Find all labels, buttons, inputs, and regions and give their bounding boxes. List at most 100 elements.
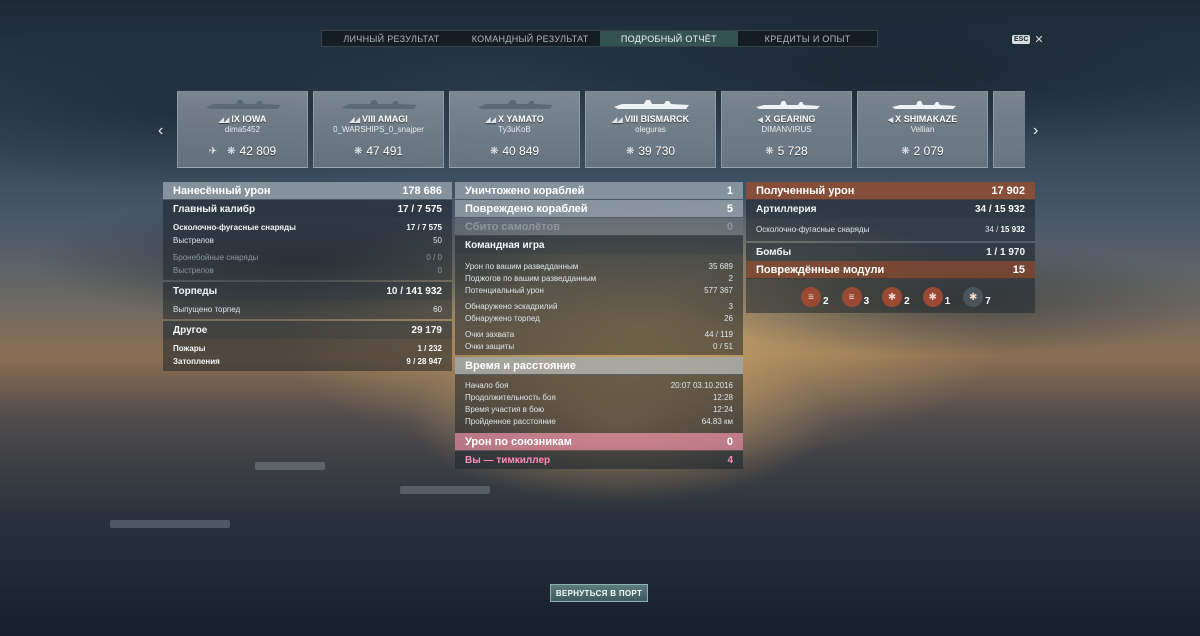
player-name: DIMANVIRUS xyxy=(761,125,812,134)
module-item: ≡ 3 xyxy=(841,287,869,307)
damaged-modules-value: 15 xyxy=(1012,263,1025,276)
ship-card[interactable]: ◢◢ VIII BISMARCK oleguras ❋ 39 730 xyxy=(585,91,716,168)
received-damage-header: Полученный урон 17 902 xyxy=(746,182,1035,200)
ship-class-icon: ◢◢ xyxy=(485,117,497,124)
turret-icon: ≡ xyxy=(801,287,821,307)
ship-tier: VIII xyxy=(624,114,639,124)
floods-value: 9 / 28 947 xyxy=(406,357,442,366)
he-shots-value: 50 xyxy=(433,236,442,245)
bombs-value: 1 / 1 970 xyxy=(986,246,1025,258)
ship-cards: ◢◢ IX IOWA dima5452 ✈ ❋ 42 809 ◢◢ VIII AMA… xyxy=(177,91,1025,168)
capture-points-row: Очки захвата 44 / 119 xyxy=(455,328,743,340)
ship-damage: ❋ 2 079 xyxy=(858,144,987,158)
torpedoes-fired-row: Выпущено торпед 60 xyxy=(163,303,452,316)
player-name: dima5452 xyxy=(224,125,261,134)
close-button[interactable]: ESC ✕ xyxy=(1012,33,1044,46)
ap-shells-value: 0 / 0 xyxy=(426,253,442,262)
ship-card[interactable]: ◀ X GEARING DIMANVIRUS ❋ 5 728 xyxy=(721,91,852,168)
planes-shot-value: 0 xyxy=(726,220,733,233)
ship-silhouette-icon xyxy=(478,100,553,109)
ship-silhouette-icon xyxy=(892,101,956,109)
prev-arrow-button[interactable]: ‹ xyxy=(158,122,163,140)
ship-name-label: YAMATO xyxy=(506,114,544,124)
ap-shots-label: Выстрелов xyxy=(173,266,214,275)
floods-label: Затопления xyxy=(173,357,220,366)
dealt-damage-label: Нанесённый урон xyxy=(173,184,271,197)
dealt-damage-value: 178 686 xyxy=(402,184,442,197)
ship-damage: ❋ 40 849 xyxy=(450,144,579,158)
spotting-fires-value: 2 xyxy=(728,273,733,283)
destroyed-value: 1 xyxy=(726,184,733,197)
torpedoes-spotted-value: 26 xyxy=(724,313,733,323)
tab-detailed-report[interactable]: ПОДРОБНЫЙ ОТЧЁТ xyxy=(599,31,739,46)
chevron-left-icon: ‹ xyxy=(158,122,164,139)
ship-class-icon: ◢◢ xyxy=(218,117,230,124)
destroyed-row: Уничтожено кораблей 1 xyxy=(455,182,743,200)
ship-card[interactable]: ◢◢ X YAMATO Ty3uKoB ❋ 40 849 xyxy=(449,91,580,168)
ship-damage: ✈ ❋ 42 809 xyxy=(178,144,307,158)
damaged-modules-list: ≡ 2 ≡ 3 ✱ 2 ✱ 1 ✱ 7 xyxy=(746,279,1035,313)
ship-silhouette-icon xyxy=(756,101,820,109)
ship-card[interactable]: ◢◢ VIII AMAGI 0_WARSHIPS_0_snajper ❋ 47 4… xyxy=(313,91,444,168)
he-shells-row: Осколочно-фугасные снаряды 17 / 7 575 xyxy=(163,221,452,234)
tab-team-result[interactable]: КОМАНДНЫЙ РЕЗУЛЬТАТ xyxy=(461,31,600,46)
bombs-row: Бомбы 1 / 1 970 xyxy=(746,243,1035,261)
module-item: ✱ 7 xyxy=(963,287,991,307)
ap-shells-label: Бронебойные снаряды xyxy=(173,253,259,262)
planes-shot-row: Сбито самолётов 0 xyxy=(455,218,743,236)
return-to-port-button[interactable]: ВЕРНУТЬСЯ В ПОРТ xyxy=(550,584,648,602)
ship-tier: VIII xyxy=(362,114,376,124)
other-label: Другое xyxy=(173,324,208,336)
battle-duration-row: Продолжительность боя 12:28 xyxy=(455,391,743,403)
esc-key-badge: ESC xyxy=(1012,35,1031,44)
ship-silhouette-icon xyxy=(614,100,689,109)
ship-class-icon: ◢◢ xyxy=(349,117,361,124)
ship-damage: ❋ 47 491 xyxy=(314,144,443,158)
ribbon-icon: ❋ xyxy=(765,145,774,157)
squadrons-spotted-value: 3 xyxy=(728,301,733,311)
damaged-modules-label: Повреждённые модули xyxy=(756,263,885,276)
potential-damage-value: 577 367 xyxy=(704,285,733,295)
battle-start-row: Начало боя 20:07 03.10.2016 xyxy=(455,379,743,391)
teamkiller-label: Вы — тимкиллер xyxy=(465,454,551,466)
damage-value: 40 849 xyxy=(502,144,540,158)
steering-gear-icon: ✱ xyxy=(922,287,943,307)
main-battery-details: Осколочно-фугасные снаряды 17 / 7 575 Выс… xyxy=(163,218,452,280)
ship-damage: ❋ 5 728 xyxy=(722,144,851,158)
ship-card[interactable]: ◢◢ IX IOWA dima5452 ✈ ❋ 42 809 xyxy=(177,91,308,168)
ally-damage-label: Урон по союзникам xyxy=(465,435,572,448)
time-distance-details: Начало боя 20:07 03.10.2016 Продолжительн… xyxy=(455,375,743,433)
other-value: 29 179 xyxy=(411,324,442,336)
ship-card[interactable]: ◀ X SHIMAKAZE Vellian ❋ 2 079 xyxy=(857,91,988,168)
tab-credits-xp[interactable]: КРЕДИТЫ И ОПЫТ xyxy=(738,31,877,46)
bombs-label: Бомбы xyxy=(756,246,792,258)
squadrons-spotted-label: Обнаружено эскадрилий xyxy=(465,301,558,311)
spotting-damage-label: Урон по вашим разведданным xyxy=(465,261,579,271)
other-details: Пожары 1 / 232 Затопления 9 / 28 947 xyxy=(163,339,452,371)
aircraft-icon: ✈ xyxy=(208,145,218,157)
distance-value: 64.83 км xyxy=(701,416,733,426)
close-icon: ✕ xyxy=(1034,34,1044,46)
main-battery-value: 17 / 7 575 xyxy=(397,203,443,215)
ap-shells-row: Бронебойные снаряды 0 / 0 xyxy=(163,251,452,264)
ally-damage-value: 0 xyxy=(726,435,733,448)
team-play-label: Командная игра xyxy=(465,239,545,251)
ship-card-partial[interactable] xyxy=(993,91,1025,168)
ship-tier: IX xyxy=(231,114,240,124)
next-arrow-button[interactable]: › xyxy=(1033,122,1038,140)
battle-start-label: Начало боя xyxy=(465,380,509,390)
ap-shots-row: Выстрелов 0 xyxy=(163,264,452,277)
torpedoes-fired-value: 60 xyxy=(433,305,442,314)
squadrons-spotted-row: Обнаружено эскадрилий 3 xyxy=(455,300,743,312)
ap-shots-value: 0 xyxy=(437,266,442,275)
other-row: Другое 29 179 xyxy=(163,321,452,339)
received-he-row: Осколочно-фугасные снаряды 34 / 15 932 xyxy=(746,223,1035,236)
ship-damage: ❋ 39 730 xyxy=(586,144,715,158)
damage-value: 47 491 xyxy=(366,144,404,158)
engine-icon: ✱ xyxy=(882,287,903,307)
tab-personal-result[interactable]: ЛИЧНЫЙ РЕЗУЛЬТАТ xyxy=(322,31,461,46)
ship-tier: X xyxy=(895,114,902,124)
received-damage-label: Полученный урон xyxy=(756,184,855,197)
dealt-damage-header: Нанесённый урон 178 686 xyxy=(163,182,452,200)
torpedoes-row: Торпеды 10 / 141 932 xyxy=(163,282,452,300)
